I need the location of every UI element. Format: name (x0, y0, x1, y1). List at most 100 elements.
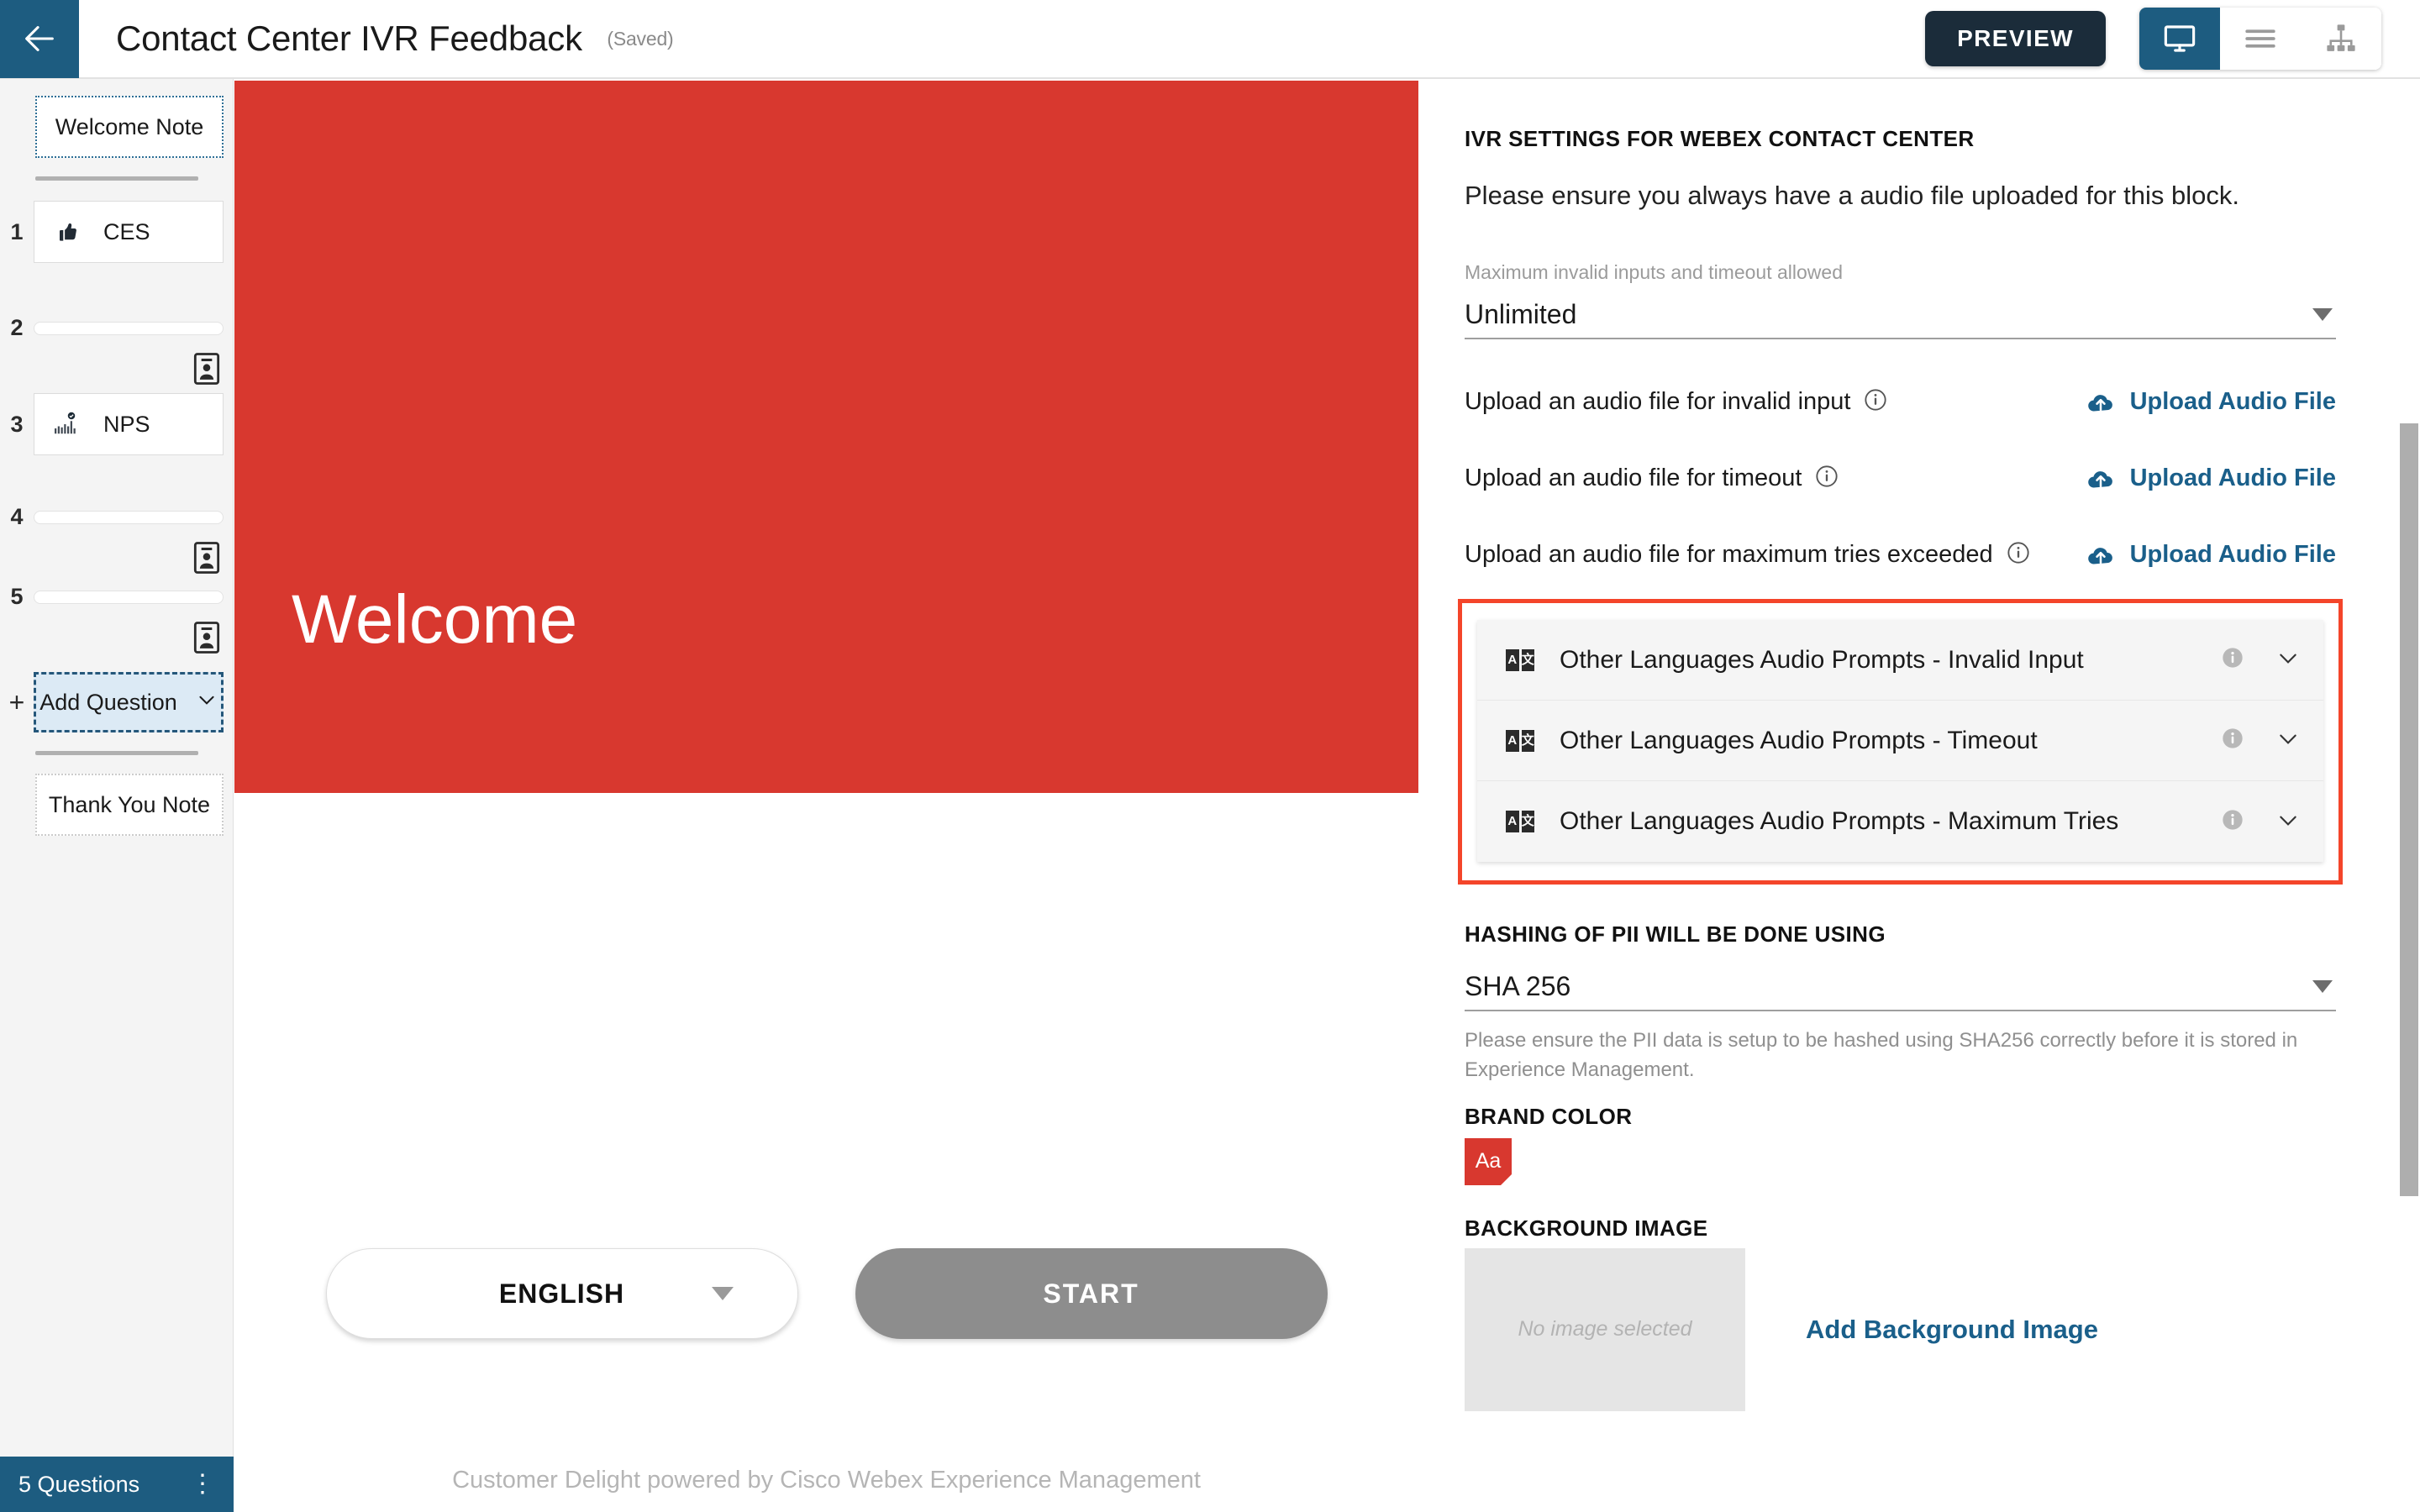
sidebar-question-4: 4 (0, 504, 234, 530)
question-number: 3 (10, 411, 24, 437)
brand-color-swatch[interactable]: Aa (1465, 1137, 1512, 1185)
view-mode-flow[interactable] (2301, 8, 2381, 70)
upload-row-maximum-tries: Upload an audio file for maximum tries e… (1465, 541, 2336, 569)
background-image-row: No image selected Add Background Image (1465, 1247, 2336, 1411)
info-icon[interactable] (1815, 465, 1839, 492)
language-prompt-maximum-tries[interactable]: A文 Other Languages Audio Prompts - Maxim… (1477, 781, 2323, 862)
sidebar-question-1: 1 CES (0, 201, 234, 263)
upload-label: Upload an audio file for timeout (1465, 465, 1802, 491)
chevron-down-icon[interactable] (2275, 806, 2302, 837)
translate-icon: A文 (1506, 811, 1534, 832)
hamburger-icon (2245, 29, 2275, 48)
welcome-note-card[interactable]: Welcome Note (35, 96, 224, 158)
saved-status: (Saved) (607, 28, 674, 50)
view-mode-list[interactable] (2220, 8, 2301, 70)
add-background-image-button[interactable]: Add Background Image (1806, 1315, 2098, 1345)
question-card-collapsed[interactable] (34, 321, 224, 335)
add-question-row: + Add Question (0, 672, 234, 732)
arrow-left-icon (25, 26, 54, 51)
sidebar-scroll-area: Welcome Note 1 CES 2 3 NPS 4 5 + Add Que… (0, 79, 234, 1457)
add-question-button[interactable]: Add Question (34, 672, 224, 732)
chevron-down-icon[interactable] (2275, 725, 2302, 756)
chevron-down-icon (2312, 307, 2333, 321)
preview-button[interactable]: PREVIEW (1925, 11, 2106, 66)
page-title: Contact Center IVR Feedback (Saved) (116, 18, 674, 59)
upload-link-label: Upload Audio File (2129, 388, 2336, 415)
id-card-icon[interactable] (193, 622, 220, 654)
translate-icon: A文 (1506, 729, 1534, 752)
info-icon[interactable] (2007, 541, 2030, 569)
sidebar-divider-bottom (35, 751, 198, 755)
sidebar-question-2: 2 (0, 315, 234, 341)
language-prompt-timeout[interactable]: A文 Other Languages Audio Prompts - Timeo… (1477, 701, 2323, 781)
question-card-ces[interactable]: CES (34, 201, 224, 263)
question-4-icon-row (0, 542, 234, 574)
upload-row-invalid-input: Upload an audio file for invalid input U… (1465, 388, 2336, 416)
sidebar-divider-top (35, 176, 198, 181)
info-icon[interactable] (1864, 388, 1887, 416)
thumbs-up-icon (53, 218, 85, 246)
question-number: 1 (10, 218, 24, 244)
welcome-note-label: Welcome Note (55, 113, 204, 139)
id-card-icon[interactable] (193, 542, 220, 574)
max-invalid-value: Unlimited (1465, 298, 1577, 329)
info-icon[interactable] (2221, 646, 2244, 674)
settings-content: IVR SETTINGS FOR WEBEX CONTACT CENTER Pl… (1418, 81, 2386, 1411)
document-title-text: Contact Center IVR Feedback (116, 18, 582, 58)
id-card-icon[interactable] (193, 353, 220, 385)
hashing-select[interactable]: SHA 256 (1465, 963, 2336, 1011)
preview-hero-banner: Welcome (234, 81, 1418, 793)
info-icon[interactable] (2221, 727, 2244, 754)
question-label: NPS (103, 411, 150, 437)
background-image-title: BACKGROUND IMAGE (1465, 1215, 1708, 1241)
sitemap-icon (2327, 24, 2355, 51)
question-label: CES (103, 218, 150, 244)
upload-audio-file-button-invalid-input[interactable]: Upload Audio File (2086, 388, 2336, 416)
upload-audio-file-button-maximum-tries[interactable]: Upload Audio File (2086, 541, 2336, 569)
upload-audio-file-button-timeout[interactable]: Upload Audio File (2086, 465, 2336, 492)
view-mode-desktop[interactable] (2139, 8, 2220, 70)
cloud-upload-icon (2087, 394, 2112, 412)
max-invalid-select[interactable]: Unlimited (1465, 291, 2336, 339)
back-button[interactable] (0, 0, 79, 78)
start-button[interactable]: START (855, 1248, 1328, 1339)
question-number: 5 (10, 584, 24, 609)
preview-footer-text: Customer Delight powered by Cisco Webex … (452, 1467, 1201, 1494)
prompt-label: Other Languages Audio Prompts - Maximum … (1560, 807, 2119, 835)
upload-label: Upload an audio file for invalid input (1465, 388, 1851, 415)
chevron-down-icon[interactable] (2275, 644, 2302, 675)
question-count: 5 Questions (18, 1471, 140, 1497)
upload-link-label: Upload Audio File (2129, 465, 2336, 491)
settings-scrollbar-thumb[interactable] (2400, 423, 2418, 1196)
question-card-nps[interactable]: NPS (34, 393, 224, 455)
sidebar-footer: 5 Questions ⋮ (0, 1457, 234, 1512)
max-invalid-label: Maximum invalid inputs and timeout allow… (1465, 261, 1843, 283)
question-sidebar: Welcome Note 1 CES 2 3 NPS 4 5 + Add Que… (0, 79, 234, 1512)
monitor-icon (2164, 25, 2196, 52)
prompt-label: Other Languages Audio Prompts - Timeout (1560, 726, 2038, 754)
question-card-collapsed[interactable] (34, 510, 224, 524)
upload-link-label: Upload Audio File (2129, 541, 2336, 568)
add-question-label: Add Question (39, 689, 177, 715)
info-icon[interactable] (2221, 808, 2244, 836)
question-number: 2 (10, 315, 24, 340)
sidebar-question-5: 5 (0, 584, 234, 610)
thankyou-note-card[interactable]: Thank You Note (35, 774, 224, 836)
thankyou-note-label: Thank You Note (48, 791, 211, 817)
hashing-help-text: Please ensure the PII data is setup to b… (1465, 1029, 2298, 1081)
sidebar-question-3: 3 NPS (0, 393, 234, 455)
settings-scrollbar[interactable] (2400, 81, 2418, 1512)
language-select[interactable]: ENGLISH (325, 1248, 798, 1339)
top-bar-actions: PREVIEW (1925, 8, 2420, 70)
question-2-icon-row (0, 353, 234, 385)
prompt-label: Other Languages Audio Prompts - Invalid … (1560, 645, 2084, 674)
view-mode-toggle (2139, 8, 2381, 70)
translate-icon: A文 (1506, 648, 1534, 671)
kebab-menu-icon[interactable]: ⋮ (190, 1472, 215, 1497)
language-prompt-invalid-input[interactable]: A文 Other Languages Audio Prompts - Inval… (1477, 620, 2323, 701)
settings-section-subtitle: Please ensure you always have a audio fi… (1465, 181, 2239, 210)
question-card-collapsed[interactable] (34, 590, 224, 604)
top-bar: Contact Center IVR Feedback (Saved) PREV… (0, 0, 2420, 79)
background-image-thumbnail[interactable]: No image selected (1465, 1247, 1745, 1411)
settings-panel: IVR SETTINGS FOR WEBEX CONTACT CENTER Pl… (1418, 81, 2420, 1512)
